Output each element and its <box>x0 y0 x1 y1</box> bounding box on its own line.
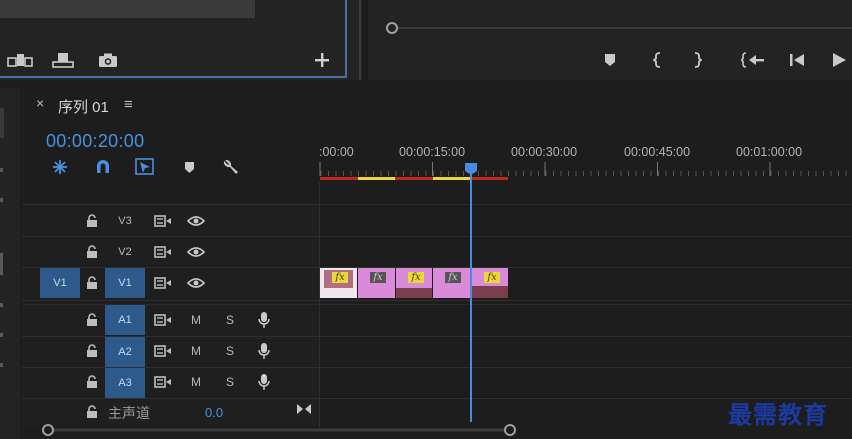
sync-lock-icon[interactable] <box>152 274 174 292</box>
track-target-v3[interactable]: V3 <box>105 206 145 236</box>
lock-icon[interactable] <box>84 311 100 329</box>
sync-lock-icon[interactable] <box>152 212 174 230</box>
fx-badge[interactable]: fx <box>408 272 424 283</box>
video-clip[interactable]: fx <box>396 268 432 298</box>
lock-icon[interactable] <box>84 274 100 292</box>
sequence-tab-title[interactable]: 序列 01 <box>58 96 109 117</box>
track-divider <box>22 300 852 301</box>
overwrite-icon[interactable] <box>50 50 76 70</box>
playhead-line <box>470 170 472 422</box>
mark-in-icon[interactable] <box>648 50 668 70</box>
panel-focus-border <box>345 0 347 78</box>
nest-sequence-icon[interactable] <box>48 157 72 177</box>
sync-lock-icon[interactable] <box>152 243 174 261</box>
ruler-label: 00:00:15:00 <box>399 145 466 159</box>
play-icon[interactable] <box>828 50 850 70</box>
track-divider <box>22 204 852 205</box>
render-status-bar <box>320 177 508 180</box>
source-monitor-viewer-edge <box>0 0 255 18</box>
go-to-in-icon[interactable] <box>740 50 766 70</box>
lock-icon[interactable] <box>84 243 100 261</box>
mute-button[interactable]: M <box>187 373 205 391</box>
panel-focus-border-bottom <box>0 76 347 78</box>
sync-lock-icon[interactable] <box>152 342 174 360</box>
left-panel-edge <box>0 88 20 439</box>
mark-out-icon[interactable] <box>687 50 707 70</box>
track-target-v2[interactable]: V2 <box>105 237 145 267</box>
master-volume-value[interactable]: 0.0 <box>205 405 223 420</box>
program-zoom-scrollbar[interactable] <box>382 18 852 38</box>
solo-button[interactable]: S <box>221 373 239 391</box>
eye-icon[interactable] <box>185 274 207 292</box>
fx-badge[interactable]: fx <box>445 272 461 283</box>
mute-button[interactable]: M <box>187 311 205 329</box>
close-tab-icon[interactable]: × <box>36 95 44 111</box>
lock-icon[interactable] <box>84 403 100 421</box>
sync-lock-icon[interactable] <box>152 373 174 391</box>
export-frame-camera-icon[interactable] <box>96 50 120 70</box>
timeline-settings-wrench-icon[interactable] <box>220 157 242 177</box>
go-to-edit-point-icon[interactable] <box>294 401 314 417</box>
lock-icon[interactable] <box>84 373 100 391</box>
track-divider <box>22 336 852 337</box>
video-clip[interactable]: fx <box>358 268 395 298</box>
insert-icon[interactable] <box>6 50 34 70</box>
ruler-label: 00:00:45:00 <box>624 145 691 159</box>
microphone-icon[interactable] <box>255 341 273 361</box>
ruler-label: 00:00:30:00 <box>511 145 578 159</box>
sync-lock-icon[interactable] <box>152 311 174 329</box>
mute-button[interactable]: M <box>187 342 205 360</box>
lock-icon[interactable] <box>84 212 100 230</box>
video-clip[interactable]: fx <box>433 268 470 298</box>
video-clip[interactable]: fx <box>472 268 508 298</box>
ruler-label: :00:00 <box>319 145 354 159</box>
playhead-handle[interactable] <box>464 162 478 176</box>
track-target-a1[interactable]: A1 <box>105 305 145 335</box>
eye-icon[interactable] <box>185 243 207 261</box>
fx-badge[interactable]: fx <box>370 272 386 283</box>
video-clip[interactable]: fx <box>320 268 357 298</box>
microphone-icon[interactable] <box>255 310 273 330</box>
linked-selection-icon[interactable] <box>134 157 156 177</box>
column-divider <box>319 182 320 427</box>
add-marker-icon[interactable] <box>600 50 620 70</box>
track-divider <box>22 236 852 237</box>
track-target-v1[interactable]: V1 <box>105 268 145 298</box>
playhead-timecode[interactable]: 00:00:20:00 <box>46 131 144 152</box>
track-target-a3[interactable]: A3 <box>105 368 145 398</box>
fx-badge[interactable]: fx <box>332 272 348 283</box>
panel-menu-icon[interactable]: ≡ <box>124 96 133 113</box>
track-divider <box>22 304 852 305</box>
microphone-icon[interactable] <box>255 372 273 392</box>
ruler-label: 00:01:00:00 <box>736 145 803 159</box>
panel-divider <box>359 0 361 80</box>
eye-icon[interactable] <box>185 212 207 230</box>
lock-icon[interactable] <box>84 342 100 360</box>
track-target-a2[interactable]: A2 <box>105 337 145 367</box>
watermark-logo: 最需教育 <box>728 400 828 429</box>
master-track-label: 主声道 <box>108 405 150 421</box>
source-patch-v1[interactable]: V1 <box>40 268 80 298</box>
fx-badge[interactable]: fx <box>484 272 500 283</box>
solo-button[interactable]: S <box>221 342 239 360</box>
track-divider <box>22 367 852 368</box>
add-marker-timeline-icon[interactable] <box>180 158 198 176</box>
solo-button[interactable]: S <box>221 311 239 329</box>
add-button-icon[interactable] <box>312 50 332 70</box>
snap-magnet-icon[interactable] <box>92 157 114 177</box>
step-back-icon[interactable] <box>786 50 808 70</box>
